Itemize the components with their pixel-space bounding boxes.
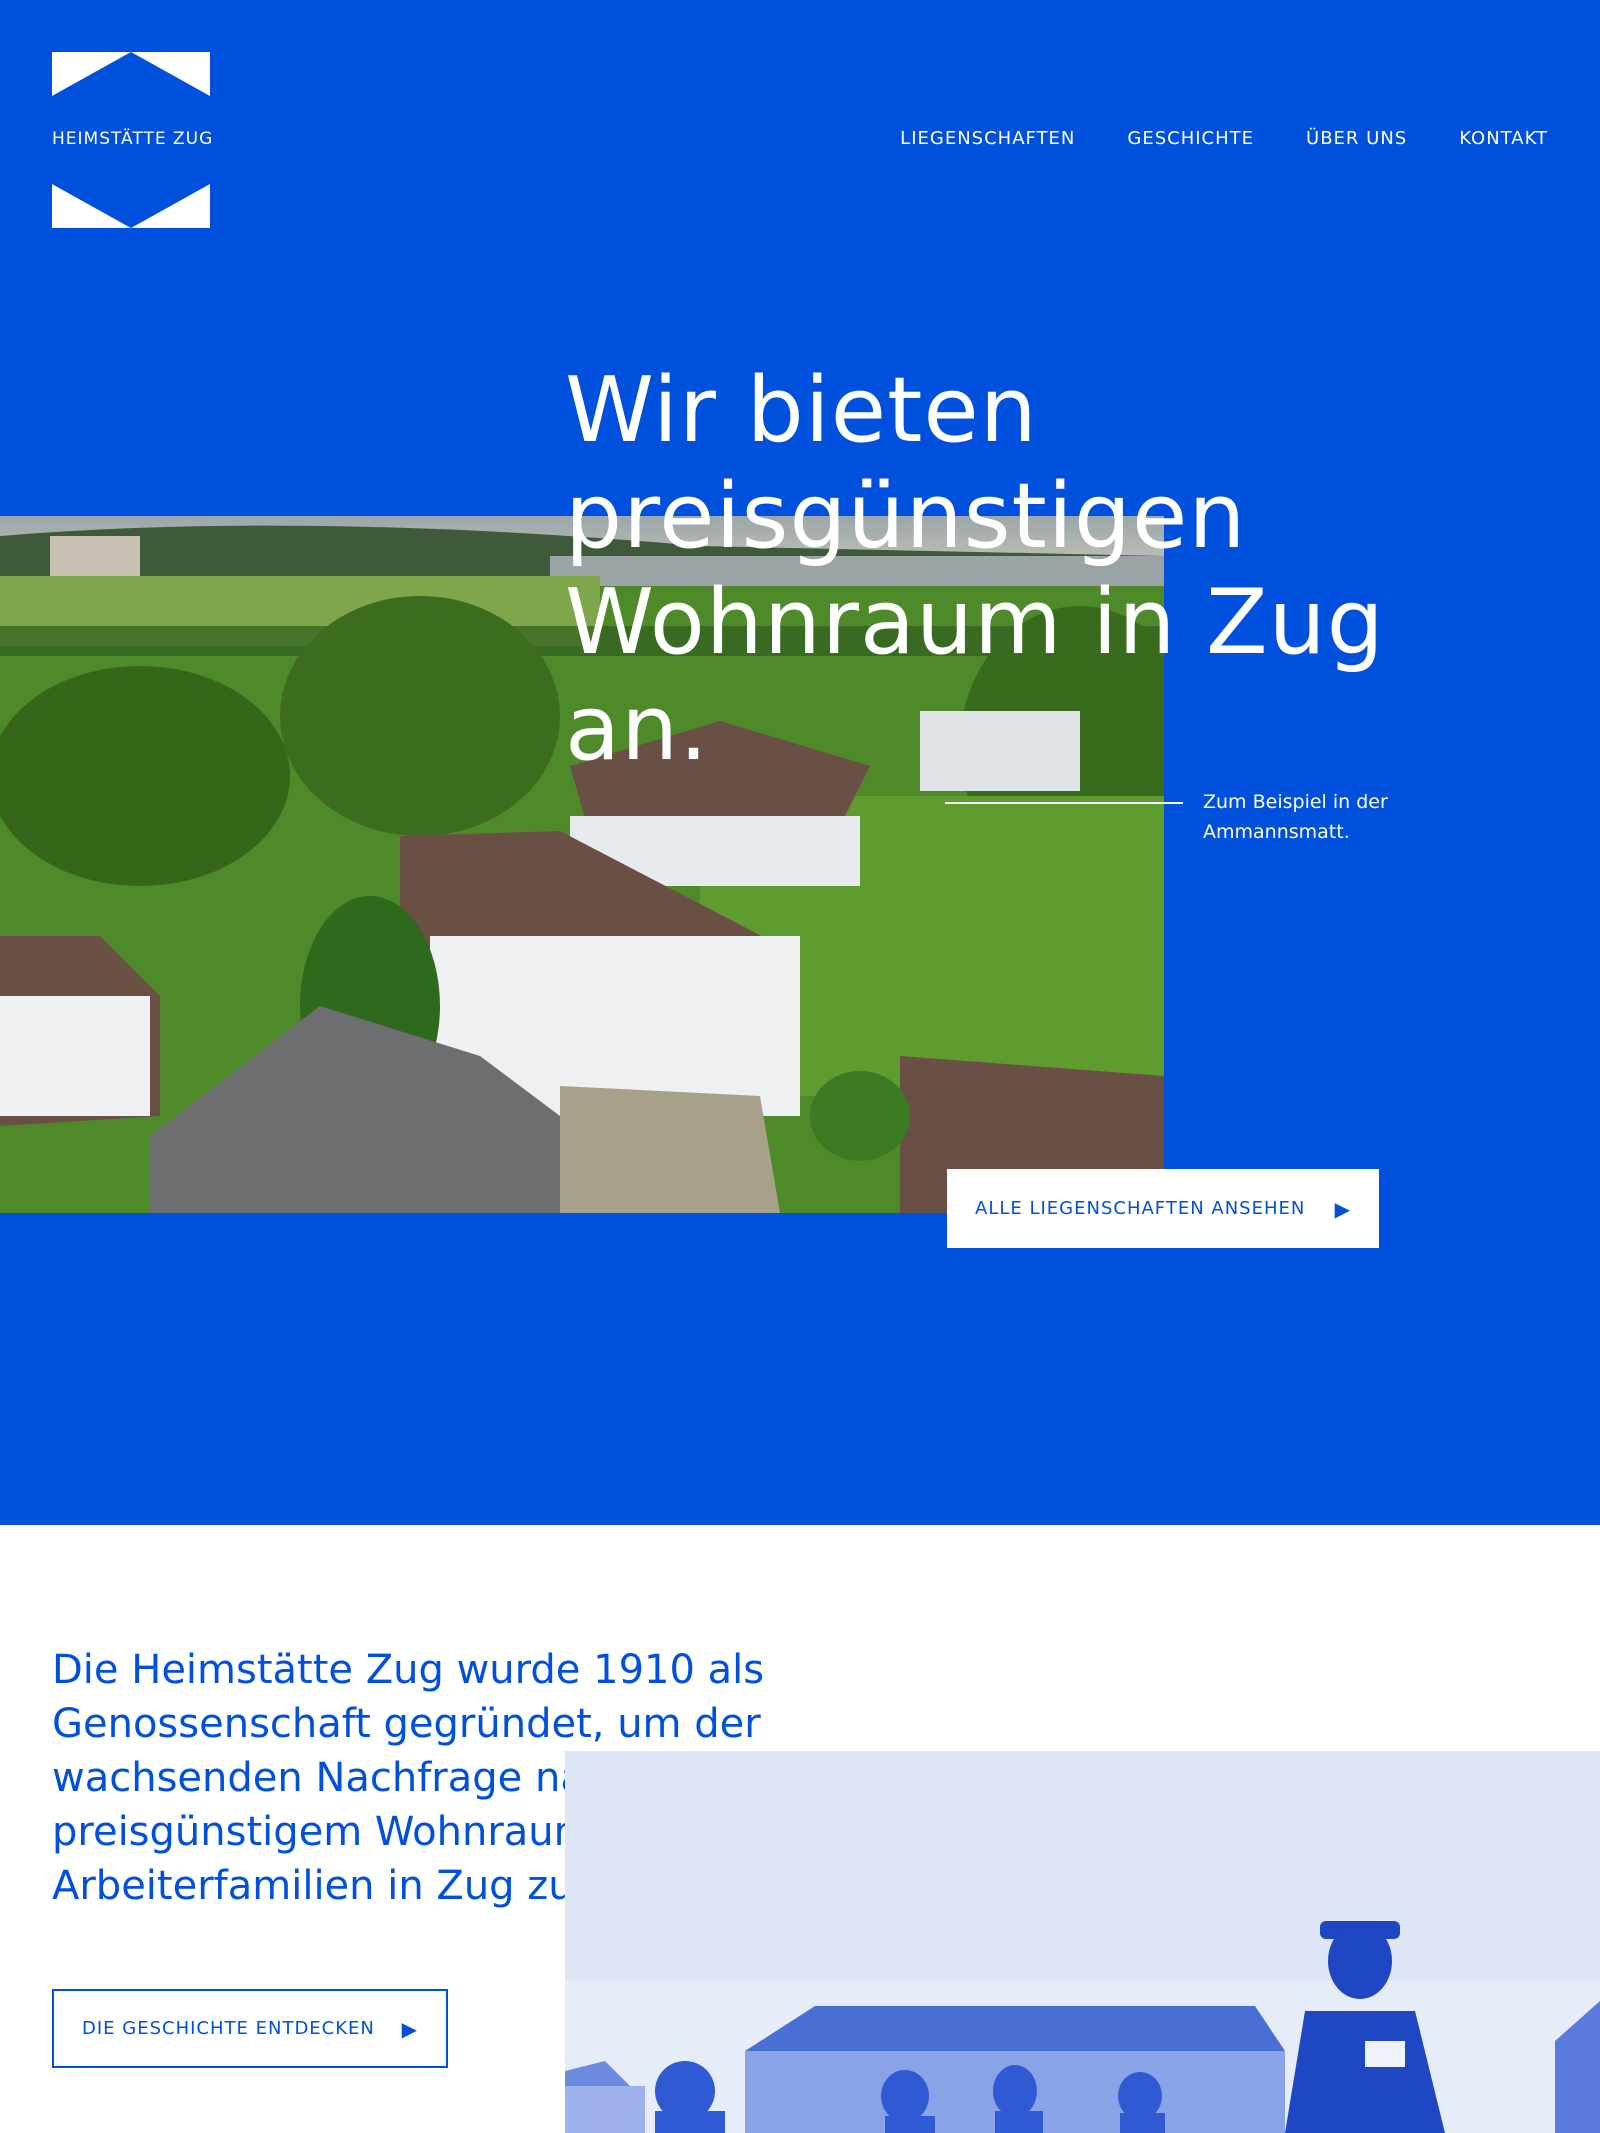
play-triangle-icon: ▶ [401,2016,418,2041]
nav-item-kontakt[interactable]: KONTAKT [1459,128,1548,149]
hero-section: HEIMSTÄTTE ZUG LIEGENSCHAFTEN GESCHICHTE… [0,0,1600,1525]
nav-item-geschichte[interactable]: GESCHICHTE [1127,128,1254,149]
logo-bottom-mark-icon [52,184,210,228]
discover-history-button-label: DIE GESCHICHTE ENTDECKEN [82,2018,375,2039]
main-nav: LIEGENSCHAFTEN GESCHICHTE ÜBER UNS KONTA… [848,128,1548,149]
play-triangle-icon: ▶ [1334,1196,1351,1221]
headline-line-3: Wohnraum in Zug an. [565,570,1385,781]
all-properties-button-label: ALLE LIEGENSCHAFTEN ANSEHEN [975,1198,1306,1219]
photo-caption: Zum Beispiel in der Ammannsmatt. [1203,787,1433,847]
caption-line-1: Zum Beispiel in der [1203,791,1388,813]
brand-name: HEIMSTÄTTE ZUG [52,129,214,149]
headline-line-1: Wir bieten [565,358,1038,463]
caption-line-2: Ammannsmatt. [1203,821,1350,843]
headline-line-2: preisgünstigen [565,464,1247,569]
history-photo [565,1751,1600,2133]
logo-top-mark-icon [52,52,210,96]
all-properties-button[interactable]: ALLE LIEGENSCHAFTEN ANSEHEN ▶ [947,1169,1379,1248]
caption-divider [945,802,1183,804]
logo[interactable]: HEIMSTÄTTE ZUG [52,52,214,228]
discover-history-button[interactable]: DIE GESCHICHTE ENTDECKEN ▶ [52,1989,448,2068]
hero-headline: Wir bieten preisgünstigen Wohnraum in Zu… [565,358,1465,782]
nav-item-liegenschaften[interactable]: LIEGENSCHAFTEN [900,128,1075,149]
nav-item-ueber-uns[interactable]: ÜBER UNS [1306,128,1407,149]
